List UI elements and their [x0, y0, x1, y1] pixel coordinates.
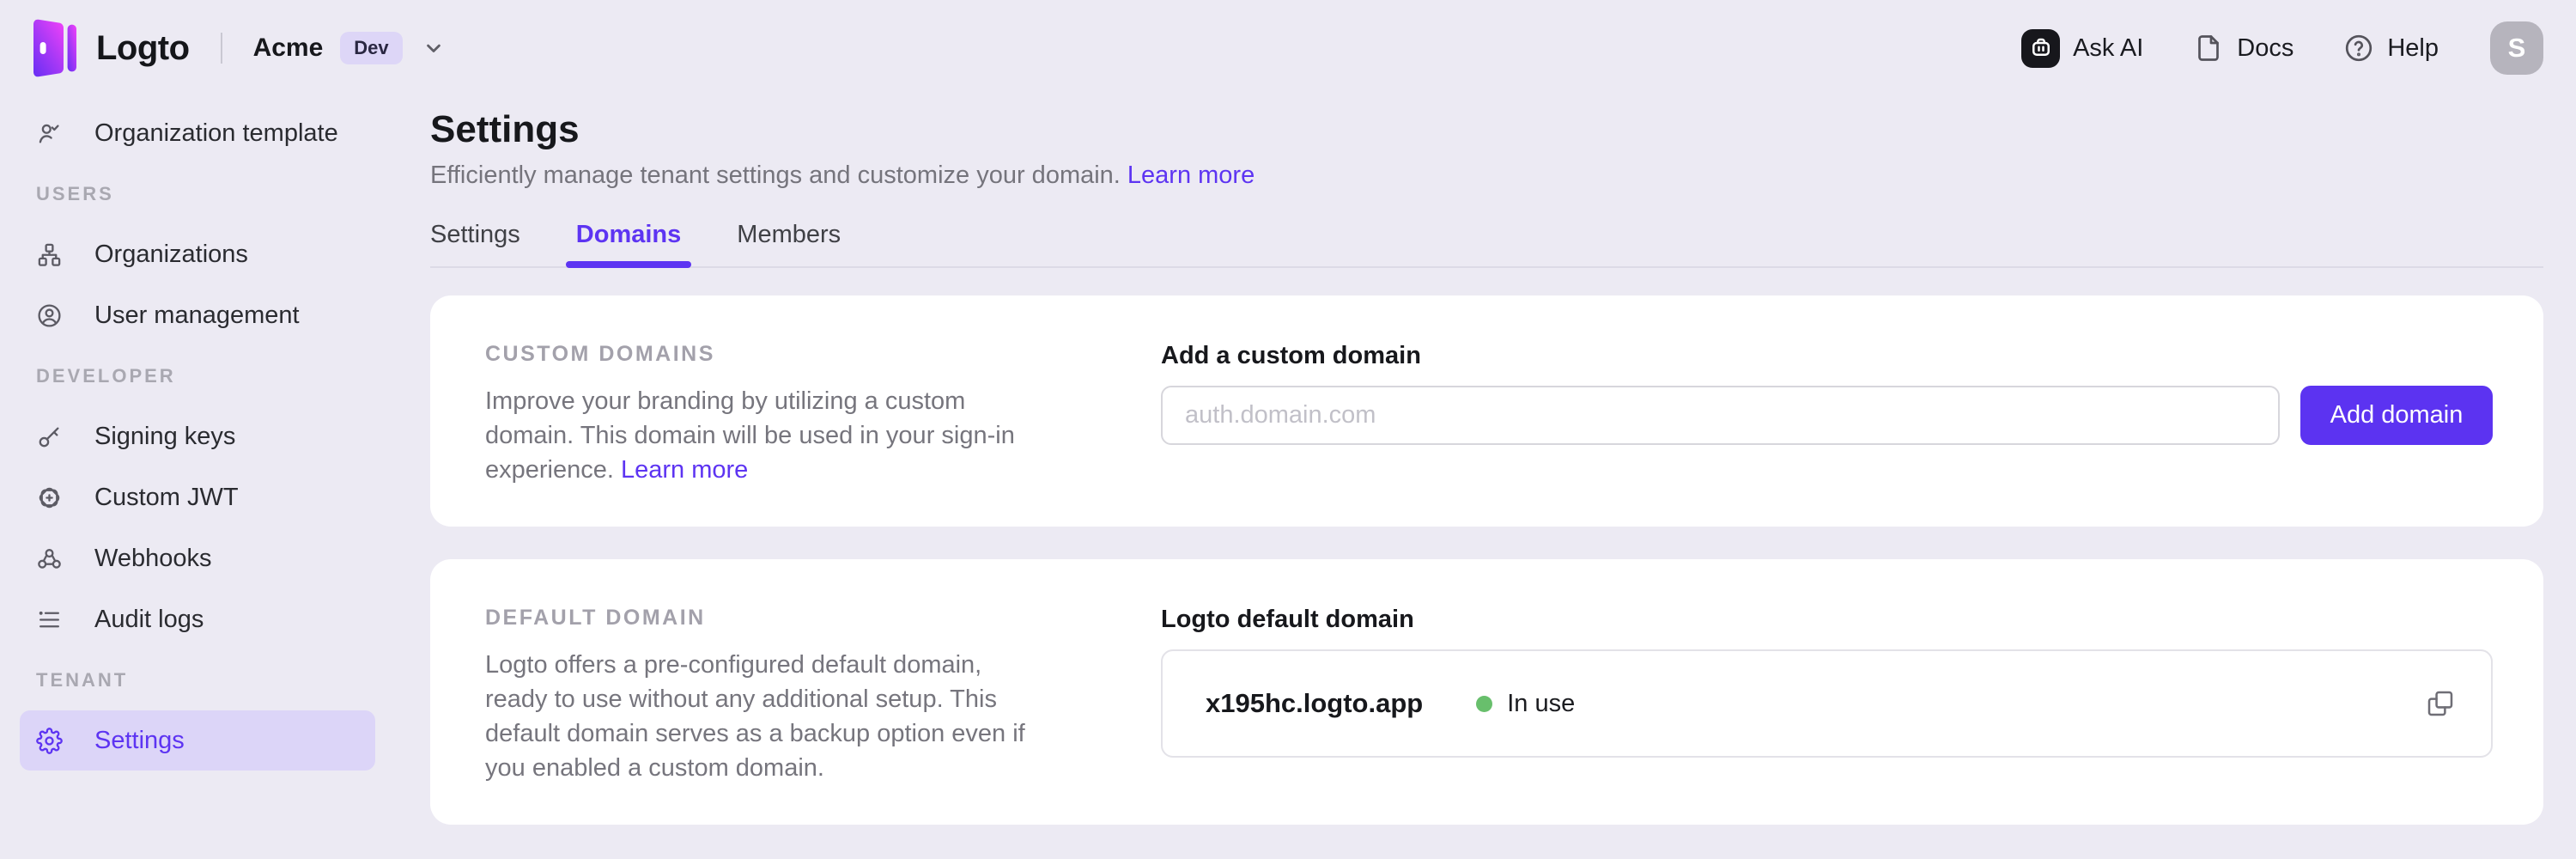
add-custom-domain-label: Add a custom domain — [1161, 342, 2493, 370]
active-tab-underline — [566, 261, 691, 268]
page-title: Settings — [430, 108, 2543, 151]
sidebar-item-label: User management — [94, 302, 300, 330]
custom-domains-form: Add a custom domain Add domain — [1161, 342, 2493, 487]
custom-domains-info: CUSTOM DOMAINS Improve your branding by … — [485, 342, 1035, 487]
gear-icon — [36, 728, 63, 754]
question-circle-icon — [2343, 33, 2374, 64]
default-domain-label: Logto default domain — [1161, 606, 2493, 634]
sidebar-item-user-management[interactable]: User management — [20, 285, 375, 345]
tenant-selector[interactable]: Acme Dev — [253, 32, 446, 64]
tab-domains[interactable]: Domains — [576, 221, 681, 266]
key-icon — [36, 423, 63, 450]
custom-domains-learn-more-link[interactable]: Learn more — [621, 456, 748, 484]
sidebar-item-organization-template[interactable]: Organization template — [20, 103, 375, 163]
help-button[interactable]: Help — [2343, 33, 2439, 64]
default-domain-section-title: DEFAULT DOMAIN — [485, 606, 1035, 631]
main-content: Settings Efficiently manage tenant setti… — [404, 96, 2576, 825]
sidebar-item-custom-jwt[interactable]: Custom JWT — [20, 467, 375, 527]
default-domain-value: x195hc.logto.app — [1206, 688, 1423, 719]
chevron-down-icon — [422, 36, 446, 60]
default-domain-panel: Logto default domain x195hc.logto.app In… — [1161, 606, 2493, 785]
tab-bar: Settings Domains Members — [430, 221, 2543, 268]
sidebar-section-tenant: TENANT — [20, 650, 375, 710]
sidebar-item-organizations[interactable]: Organizations — [20, 224, 375, 284]
user-circle-icon — [36, 302, 63, 329]
default-domain-description: Logto offers a pre-configured default do… — [485, 648, 1035, 785]
sidebar-item-label: Custom JWT — [94, 484, 239, 512]
tenant-name: Acme — [253, 34, 324, 63]
sidebar-section-developer: DEVELOPER — [20, 346, 375, 406]
sidebar-item-webhooks[interactable]: Webhooks — [20, 528, 375, 588]
page-learn-more-link[interactable]: Learn more — [1127, 161, 1255, 189]
sidebar: Organization template USERS Organization… — [0, 96, 404, 771]
add-domain-button[interactable]: Add domain — [2300, 386, 2493, 445]
page-description: Efficiently manage tenant settings and c… — [430, 161, 2543, 190]
sidebar-item-label: Settings — [94, 727, 185, 755]
brand-name: Logto — [96, 29, 190, 68]
default-domain-card: DEFAULT DOMAIN Logto offers a pre-config… — [430, 559, 2543, 825]
copy-button[interactable] — [2424, 687, 2457, 720]
status-badge: In use — [1507, 690, 1575, 718]
sidebar-item-audit-logs[interactable]: Audit logs — [20, 589, 375, 649]
tab-members[interactable]: Members — [737, 221, 841, 266]
top-bar: Logto Acme Dev Ask AI — [0, 0, 2576, 96]
ask-ai-icon — [2021, 29, 2060, 68]
seal-plus-icon — [36, 484, 63, 511]
tab-settings[interactable]: Settings — [430, 221, 520, 266]
ask-ai-label: Ask AI — [2073, 34, 2143, 63]
header-divider — [221, 33, 222, 64]
sidebar-item-label: Audit logs — [94, 606, 204, 634]
sidebar-item-label: Organization template — [94, 119, 338, 148]
webhook-icon — [36, 545, 63, 572]
help-label: Help — [2387, 34, 2439, 63]
default-domain-info: DEFAULT DOMAIN Logto offers a pre-config… — [485, 606, 1035, 785]
sidebar-item-settings[interactable]: Settings — [20, 710, 375, 771]
header-actions: Ask AI Docs Help — [2021, 29, 2439, 68]
custom-domain-input[interactable] — [1161, 386, 2280, 445]
logto-brand[interactable]: Logto — [26, 14, 190, 82]
document-icon — [2193, 33, 2224, 64]
person-check-icon — [36, 120, 63, 147]
docs-label: Docs — [2237, 34, 2293, 63]
sidebar-item-label: Organizations — [94, 241, 248, 269]
default-domain-row: x195hc.logto.app In use — [1161, 649, 2493, 758]
copy-icon — [2424, 687, 2457, 720]
ask-ai-button[interactable]: Ask AI — [2021, 29, 2143, 68]
custom-domains-description: Improve your branding by utilizing a cus… — [485, 384, 1035, 487]
logto-logo-icon — [26, 14, 81, 82]
user-avatar[interactable]: S — [2490, 21, 2543, 75]
org-chart-icon — [36, 241, 63, 268]
custom-domains-card: CUSTOM DOMAINS Improve your branding by … — [430, 295, 2543, 527]
custom-domains-section-title: CUSTOM DOMAINS — [485, 342, 1035, 367]
sidebar-item-label: Webhooks — [94, 545, 212, 573]
list-icon — [36, 606, 63, 633]
tenant-env-badge: Dev — [340, 32, 402, 64]
sidebar-section-users: USERS — [20, 164, 375, 224]
sidebar-item-signing-keys[interactable]: Signing keys — [20, 406, 375, 466]
sidebar-item-label: Signing keys — [94, 423, 235, 451]
docs-button[interactable]: Docs — [2193, 33, 2293, 64]
status-dot — [1476, 696, 1492, 712]
